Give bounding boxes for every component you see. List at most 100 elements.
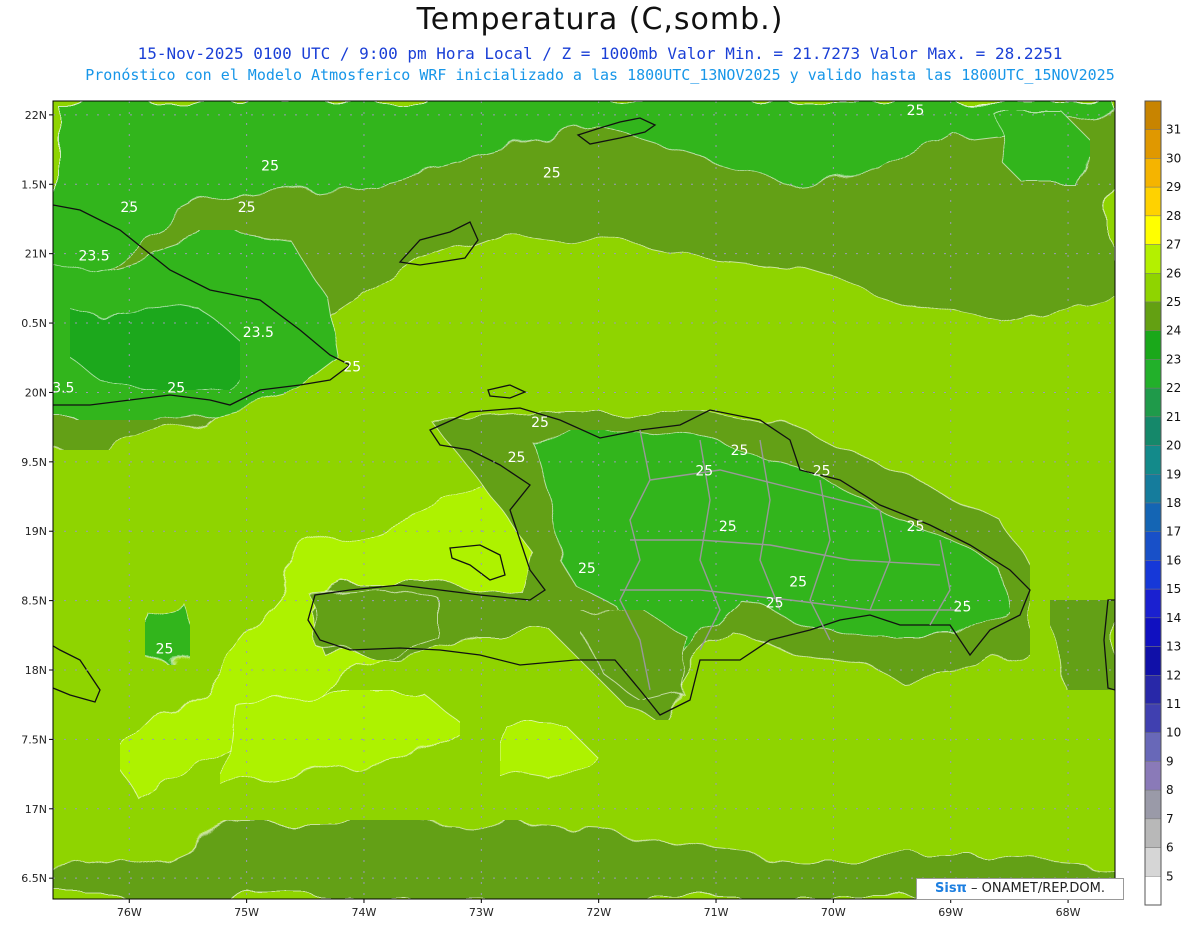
contour-label: 25 — [261, 158, 279, 174]
colorbar-label: 15 — [1166, 582, 1181, 596]
contour-label: 25 — [343, 360, 361, 376]
colorbar-label: 10 — [1166, 726, 1181, 740]
brand-logo-text: Sisπ — [935, 881, 967, 896]
contour-label: 25 — [731, 443, 749, 459]
colorbar-label: 24 — [1166, 324, 1181, 338]
colorbar-label: 19 — [1166, 467, 1181, 481]
contour-label: 25 — [813, 464, 831, 480]
contour-label: 25 — [238, 200, 256, 216]
colorbar-swatch — [1144, 617, 1162, 647]
contour-label: 23.5 — [243, 325, 274, 341]
contour-label: 25 — [167, 380, 185, 396]
lon-tick-label: 69W — [938, 906, 963, 919]
contour-label: 25 — [531, 415, 549, 431]
contour-label: 25 — [907, 519, 925, 535]
contour-label: 25 — [156, 641, 174, 657]
colorbar-swatch — [1144, 646, 1162, 676]
contour-label: 25 — [954, 600, 972, 616]
colorbar-label: 16 — [1166, 553, 1181, 567]
lon-tick-label: 75W — [234, 906, 259, 919]
colorbar-label: 7 — [1166, 812, 1174, 826]
colorbar-swatch — [1144, 215, 1162, 245]
colorbar-swatch — [1144, 560, 1162, 590]
colorbar-swatch — [1144, 186, 1162, 217]
lon-tick-label: 73W — [469, 906, 494, 919]
colorbar-swatch — [1144, 502, 1162, 532]
brand-text: – ONAMET/REP.DOM. — [966, 881, 1105, 896]
colorbar-swatch — [1144, 301, 1162, 331]
lon-tick-label: 76W — [117, 906, 142, 919]
contour-label: 25 — [695, 464, 713, 480]
contour-label: 25 — [578, 561, 596, 577]
colorbar-label: 27 — [1166, 238, 1181, 252]
colorbar-label: 9 — [1166, 754, 1174, 768]
lon-tick-label: 68W — [1056, 906, 1081, 919]
lon-tick-label: 72W — [586, 906, 611, 919]
colorbar-label: 12 — [1166, 668, 1181, 682]
colorbar-swatch — [1144, 273, 1162, 303]
colorbar-swatch — [1144, 703, 1162, 733]
colorbar-swatch — [1144, 330, 1162, 360]
lat-tick-label: 1.5N — [21, 178, 47, 191]
lon-tick-label: 74W — [352, 906, 377, 919]
lat-tick-label: 8.5N — [21, 595, 47, 608]
colorbar-swatch — [1144, 531, 1162, 561]
lat-tick-label: 19N — [25, 525, 47, 538]
lat-tick-label: 0.5N — [21, 317, 47, 330]
colorbar-label: 18 — [1166, 496, 1181, 510]
colorbar-swatch — [1144, 818, 1162, 848]
contour-label: 25 — [907, 103, 925, 119]
colorbar-label: 11 — [1166, 697, 1181, 711]
colorbar-swatch — [1144, 474, 1162, 504]
colorbar-label: 25 — [1166, 295, 1181, 309]
colorbar-label: 30 — [1166, 151, 1181, 165]
brand-label: Sisπ – ONAMET/REP.DOM. — [916, 878, 1124, 900]
colorbar-label: 14 — [1166, 611, 1181, 625]
lat-tick-label: 21N — [25, 248, 47, 261]
colorbar-label: 21 — [1166, 410, 1181, 424]
colorbar-label: 23 — [1166, 352, 1181, 366]
colorbar-label: 17 — [1166, 525, 1181, 539]
colorbar-label: 13 — [1166, 640, 1181, 654]
southeast-cool-patch — [1049, 599, 1115, 691]
colorbar-label: 28 — [1166, 209, 1181, 223]
colorbar-swatch — [1144, 588, 1162, 619]
contour-label: 25 — [120, 200, 138, 216]
lon-tick-label: 70W — [821, 906, 846, 919]
lat-tick-label: 22N — [25, 109, 47, 122]
colorbar-swatch — [1144, 416, 1162, 446]
lat-tick-label: 7.5N — [21, 733, 47, 746]
colorbar-label: 31 — [1166, 123, 1181, 137]
colorbar-label: 20 — [1166, 439, 1181, 453]
colorbar-swatch — [1144, 847, 1162, 877]
colorbar-label: 22 — [1166, 381, 1181, 395]
plot-area: 25 25 25 25 25 23.5 23.5 25 23.5 25 25 25 25 25 25 25 25… — [43, 101, 1115, 899]
contour-label: 25 — [543, 165, 561, 181]
contour-label: 23.5 — [78, 249, 109, 265]
colorbar-swatch — [1144, 675, 1162, 705]
lon-tick-label: 71W — [704, 906, 729, 919]
temperature-map: 25 25 25 25 25 23.5 23.5 25 23.5 25 25 25 25 25 25 25 25… — [21, 100, 1181, 919]
colorbar-swatch — [1144, 761, 1162, 791]
lat-tick-label: 9.5N — [21, 456, 47, 469]
lat-tick-label: 17N — [25, 803, 47, 816]
colorbar-swatch — [1144, 876, 1162, 906]
colorbar-swatch — [1144, 100, 1162, 130]
contour-label: 25 — [789, 575, 807, 591]
colorbar-swatch — [1144, 129, 1162, 159]
colorbar-swatch — [1144, 732, 1162, 762]
lat-tick-label: 6.5N — [21, 872, 47, 885]
colorbar-label: 5 — [1166, 869, 1174, 883]
colorbar-label: 29 — [1166, 180, 1181, 194]
colorbar-label: 6 — [1166, 841, 1174, 855]
lat-tick-label: 20N — [25, 386, 47, 399]
lat-tick-label: 18N — [25, 664, 47, 677]
colorbar-label: 26 — [1166, 266, 1181, 280]
contour-label: 23.5 — [43, 380, 74, 396]
colorbar-swatch — [1144, 244, 1162, 274]
colorbar-swatch — [1144, 789, 1162, 820]
contour-label: 25 — [508, 450, 526, 466]
colorbar-label: 8 — [1166, 783, 1174, 797]
contour-label: 25 — [766, 596, 784, 612]
colorbar-swatch — [1144, 387, 1162, 418]
